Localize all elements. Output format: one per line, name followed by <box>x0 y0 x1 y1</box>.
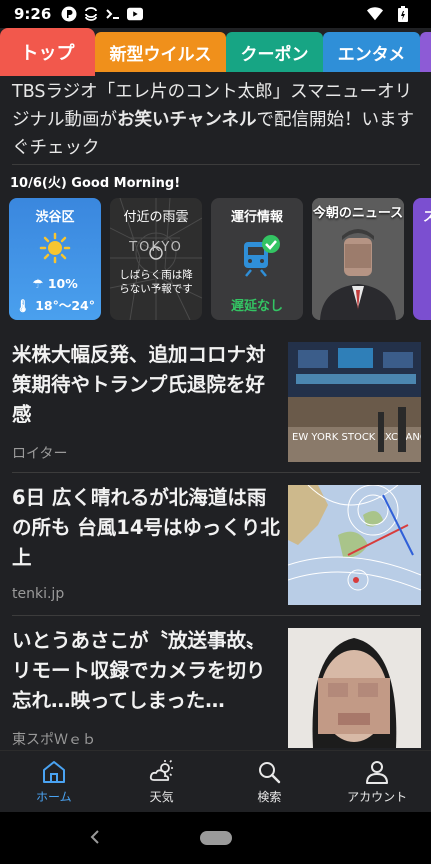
nav-account[interactable]: アカウント <box>323 751 431 812</box>
tab-label: トップ <box>20 43 75 64</box>
sun-icon <box>39 232 71 268</box>
map-label: TOKYO <box>129 240 183 255</box>
system-navigation-bar <box>0 812 431 864</box>
headline-bold: お笑いチャンネル <box>117 110 257 130</box>
article-thumbnail <box>288 628 421 748</box>
stock-exchange-image: EW YORK STOCK EXCHANGE <box>288 342 421 462</box>
youtube-icon <box>127 6 144 22</box>
transit-card[interactable]: 運行情報 遅延なし <box>211 198 303 320</box>
tab-label: 新型ウイルス <box>109 44 212 65</box>
nav-search[interactable]: 検索 <box>216 751 324 812</box>
transit-title: 運行情報 <box>230 210 283 225</box>
morning-news-card[interactable]: 今朝のニュース <box>312 198 404 320</box>
back-icon[interactable] <box>88 828 102 850</box>
article-title: 米株大幅反発、追加コロナ対策期待やトランプ氏退院を好感 <box>12 343 266 426</box>
article-source: tenki.jp <box>12 586 65 602</box>
article-title: いとうあさこが〝放送事故〟リモート収録でカメラを切り忘れ…映ってしまった… <box>12 629 266 712</box>
tab-entertainment[interactable]: エンタメ <box>323 32 420 72</box>
nav-label: アカウント <box>347 790 408 804</box>
divider <box>12 164 420 165</box>
widget-cards: 渋谷区 ☂ 10% 🌡 18°〜24° 付近の雨雲 TOKYO しばらく雨は降ら… <box>0 198 431 322</box>
temperature: 🌡 18°〜24° <box>9 295 101 314</box>
greeting: 10/6(火) Good Morning! <box>10 176 181 191</box>
nav-label: 検索 <box>257 790 282 804</box>
tab-top[interactable]: トップ <box>0 28 95 76</box>
rain-forecast-note: しばらく雨は降らない予報です <box>119 269 193 295</box>
divider <box>12 615 420 616</box>
tab-label: クーポン <box>240 44 309 65</box>
account-icon <box>366 761 389 784</box>
nav-label: ホーム <box>36 790 72 804</box>
rain-radar-card[interactable]: 付近の雨雲 TOKYO しばらく雨は降らない予報です <box>110 198 202 320</box>
promo-headline[interactable]: TBSラジオ「エレ片のコント太郎」スマニューオリジナル動画がお笑いチャンネルで配… <box>12 78 420 162</box>
cloud-icon <box>83 6 99 22</box>
transit-status: 遅延なし <box>230 299 283 314</box>
nav-home[interactable]: ホーム <box>0 751 108 812</box>
status-time: 9:26 <box>14 5 52 23</box>
rain-value: 10% <box>47 276 78 291</box>
temp-value: 18°〜24° <box>35 298 96 313</box>
tab-next[interactable] <box>420 32 431 72</box>
article-thumbnail: EW YORK STOCK EXCHANGE <box>288 342 421 462</box>
article-title: 6日 広く晴れるが北海道は雨の所も 台風14号はゆっくり北上 <box>12 486 280 569</box>
weather-icon <box>149 759 173 781</box>
bottom-navigation: ホーム 天気 検索 アカウント <box>0 750 431 812</box>
p-badge-icon <box>61 6 77 22</box>
home-pill[interactable] <box>200 831 232 845</box>
weather-map-image <box>288 485 421 605</box>
train-icon <box>241 234 281 282</box>
article-source: 東スポＷｅｂ <box>12 732 96 748</box>
article-source: ロイター <box>12 446 68 462</box>
article-item[interactable]: 米株大幅反発、追加コロナ対策期待やトランプ氏退院を好感 ロイター EW YORK… <box>0 340 431 482</box>
next-card-title: ス <box>423 210 431 225</box>
nav-label: 天気 <box>149 790 174 804</box>
next-card[interactable]: ス <box>413 198 431 320</box>
person-image <box>288 628 421 748</box>
weather-card[interactable]: 渋谷区 ☂ 10% 🌡 18°〜24° <box>9 198 101 320</box>
nav-weather[interactable]: 天気 <box>108 751 216 812</box>
tab-virus[interactable]: 新型ウイルス <box>95 32 226 72</box>
thermometer-icon: 🌡 <box>14 298 31 313</box>
umbrella-icon: ☂ <box>32 276 44 291</box>
home-icon <box>42 761 65 783</box>
status-bar: 9:26 <box>0 0 431 28</box>
category-tabs: トップ 新型ウイルス クーポン エンタメ <box>0 28 431 76</box>
search-icon <box>259 762 281 784</box>
article-item[interactable]: 6日 広く晴れるが北海道は雨の所も 台風14号はゆっくり北上 tenki.jp <box>0 483 431 625</box>
tab-label: エンタメ <box>337 44 406 65</box>
wifi-icon <box>367 6 383 22</box>
tab-coupon[interactable]: クーポン <box>226 32 323 72</box>
weather-location: 渋谷区 <box>35 210 75 225</box>
rain-chance: ☂ 10% <box>9 276 101 291</box>
morning-news-title: 今朝のニュース <box>312 206 404 221</box>
article-thumbnail <box>288 485 421 605</box>
article-item[interactable]: いとうあさこが〝放送事故〟リモート収録でカメラを切り忘れ…映ってしまった… 東ス… <box>0 626 431 768</box>
terminal-icon <box>105 6 121 22</box>
divider <box>12 472 420 473</box>
battery-icon <box>395 6 411 22</box>
rain-radar-title: 付近の雨雲 <box>123 210 189 225</box>
